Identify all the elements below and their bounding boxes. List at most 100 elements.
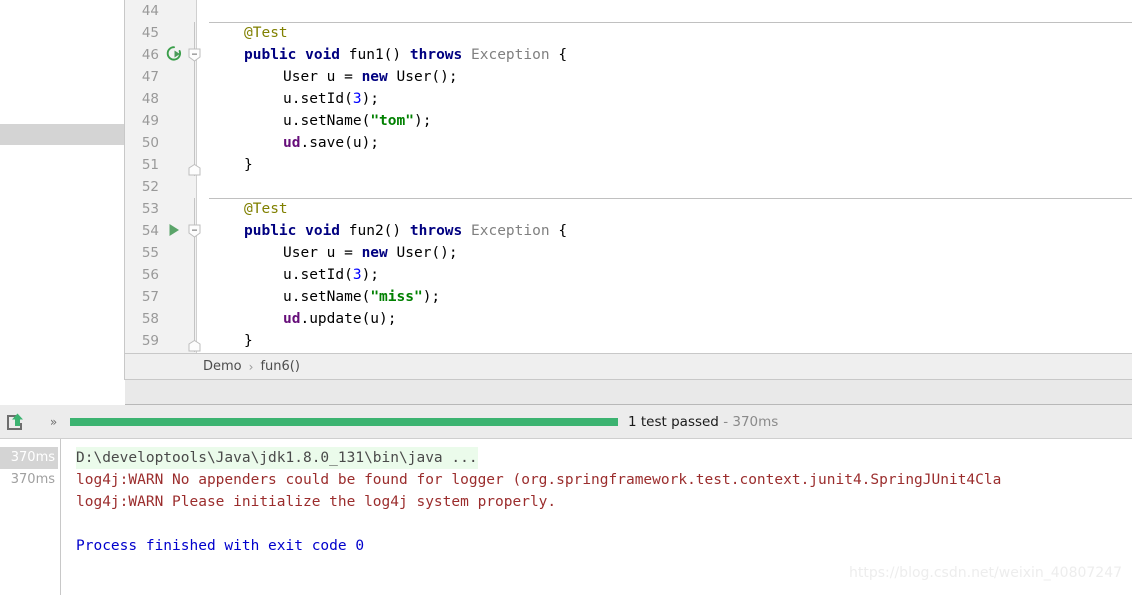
editor-line[interactable]: 57 u.setName("miss"); bbox=[125, 286, 1132, 308]
fold-guide-line bbox=[194, 22, 195, 44]
breadcrumb-separator-icon: › bbox=[248, 359, 254, 374]
line-number: 45 bbox=[141, 25, 159, 41]
fold-column[interactable] bbox=[188, 264, 202, 286]
code-text: ud.update(u); bbox=[283, 308, 397, 330]
code-token: .save(u); bbox=[300, 135, 380, 151]
editor-line[interactable]: 55 User u = new User(); bbox=[125, 242, 1132, 264]
code-token: ); bbox=[422, 289, 441, 305]
fold-guide-line bbox=[194, 308, 195, 330]
code-token: throws bbox=[409, 47, 463, 63]
fold-collapse-icon[interactable] bbox=[188, 48, 201, 62]
code-token: @Test bbox=[244, 201, 288, 217]
editor-line[interactable]: 56 u.setId(3); bbox=[125, 264, 1132, 286]
code-token: ); bbox=[361, 91, 380, 107]
breadcrumb[interactable]: Demo › fun6() bbox=[125, 353, 1132, 380]
code-token: "miss" bbox=[370, 289, 423, 305]
code-token: ud bbox=[283, 311, 301, 327]
code-token: User u = bbox=[283, 245, 362, 261]
line-number: 58 bbox=[141, 311, 159, 327]
fold-column[interactable] bbox=[188, 88, 202, 110]
fold-guide-line bbox=[194, 198, 195, 220]
fold-column[interactable] bbox=[188, 286, 202, 308]
fold-column[interactable] bbox=[188, 154, 202, 176]
fold-column[interactable] bbox=[188, 22, 202, 44]
code-token: .update(u); bbox=[300, 311, 397, 327]
line-number: 50 bbox=[141, 135, 159, 151]
code-token: ); bbox=[361, 267, 380, 283]
code-text: User u = new User(); bbox=[283, 242, 458, 264]
fold-column[interactable] bbox=[188, 220, 202, 242]
line-number: 51 bbox=[141, 157, 159, 173]
fold-guide-line bbox=[194, 286, 195, 308]
code-token: new bbox=[361, 245, 388, 261]
editor-line[interactable]: 58 ud.update(u); bbox=[125, 308, 1132, 330]
line-number: 44 bbox=[141, 3, 159, 19]
code-editor[interactable]: 44 45 @Test 46 public void fun1() throws Exc… bbox=[125, 0, 1132, 353]
test-status-duration: - 370ms bbox=[723, 414, 779, 430]
code-token: 3 bbox=[352, 267, 362, 283]
editor-line[interactable]: 46 public void fun1() throws Exception { bbox=[125, 44, 1132, 66]
code-text: public void fun1() throws Exception { bbox=[244, 44, 567, 66]
expand-toolbar-chevrons-right-icon[interactable]: » bbox=[44, 413, 62, 431]
breadcrumb-item-method[interactable]: fun6() bbox=[260, 359, 299, 374]
editor-line[interactable]: 50 ud.save(u); bbox=[125, 132, 1132, 154]
code-token: User(); bbox=[387, 69, 458, 85]
editor-line[interactable]: 48 u.setId(3); bbox=[125, 88, 1132, 110]
run-test-gutter-icon[interactable] bbox=[163, 220, 185, 242]
test-status-label: 1 test passed bbox=[628, 414, 719, 430]
fold-guide-line bbox=[194, 110, 195, 132]
fold-column[interactable] bbox=[188, 242, 202, 264]
code-token: throws bbox=[409, 223, 463, 239]
fold-guide-line bbox=[194, 264, 195, 286]
code-text: u.setName("miss"); bbox=[283, 286, 440, 308]
export-to-file-icon[interactable] bbox=[4, 411, 26, 433]
code-token: fun2() bbox=[348, 223, 402, 239]
fold-column[interactable] bbox=[188, 66, 202, 88]
code-token: { bbox=[549, 47, 568, 63]
code-text: u.setId(3); bbox=[283, 264, 379, 286]
fold-column[interactable] bbox=[188, 44, 202, 66]
editor-line[interactable]: 52 bbox=[125, 176, 1132, 198]
code-token: "tom" bbox=[370, 113, 414, 129]
project-tree-selected-row[interactable] bbox=[0, 124, 124, 145]
code-text: User u = new User(); bbox=[283, 66, 458, 88]
fold-column[interactable] bbox=[188, 132, 202, 154]
project-tool-window[interactable] bbox=[0, 0, 125, 379]
code-text: } bbox=[244, 330, 253, 352]
editor-line[interactable]: 59} bbox=[125, 330, 1132, 352]
console-line: Process finished with exit code 0 bbox=[76, 538, 365, 554]
test-progress-fill bbox=[70, 418, 618, 426]
code-text: @Test bbox=[244, 22, 288, 44]
fold-collapse-icon[interactable] bbox=[188, 224, 201, 238]
fold-column[interactable] bbox=[188, 308, 202, 330]
editor-line[interactable]: 51} bbox=[125, 154, 1132, 176]
code-token: u.setName( bbox=[283, 289, 371, 305]
code-token: new bbox=[361, 69, 388, 85]
line-number: 48 bbox=[141, 91, 159, 107]
editor-line[interactable]: 44 bbox=[125, 0, 1132, 22]
console-line: D:\developtools\Java\jdk1.8.0_131\bin\ja… bbox=[76, 447, 478, 469]
fold-end-icon[interactable] bbox=[188, 162, 201, 176]
editor-line[interactable]: 54 public void fun2() throws Exception { bbox=[125, 220, 1132, 242]
run-toolbar[interactable]: » 1 test passed - 370ms bbox=[0, 405, 1132, 439]
editor-line[interactable]: 49 u.setName("tom"); bbox=[125, 110, 1132, 132]
fold-column[interactable] bbox=[188, 330, 202, 352]
editor-line[interactable]: 47 User u = new User(); bbox=[125, 66, 1132, 88]
rerun-test-gutter-icon[interactable] bbox=[163, 44, 185, 66]
editor-line[interactable]: 53 @Test bbox=[125, 198, 1132, 220]
breadcrumb-item-class[interactable]: Demo bbox=[203, 359, 242, 374]
fold-column[interactable] bbox=[188, 110, 202, 132]
fold-end-icon[interactable] bbox=[188, 338, 201, 352]
editor-line[interactable]: 45 @Test bbox=[125, 22, 1132, 44]
fold-column[interactable] bbox=[188, 198, 202, 220]
code-token: fun1() bbox=[348, 47, 402, 63]
line-number: 57 bbox=[141, 289, 159, 305]
line-number: 47 bbox=[141, 69, 159, 85]
line-number: 56 bbox=[141, 267, 159, 283]
code-token: u.setId( bbox=[283, 267, 353, 283]
code-text: ud.save(u); bbox=[283, 132, 379, 154]
